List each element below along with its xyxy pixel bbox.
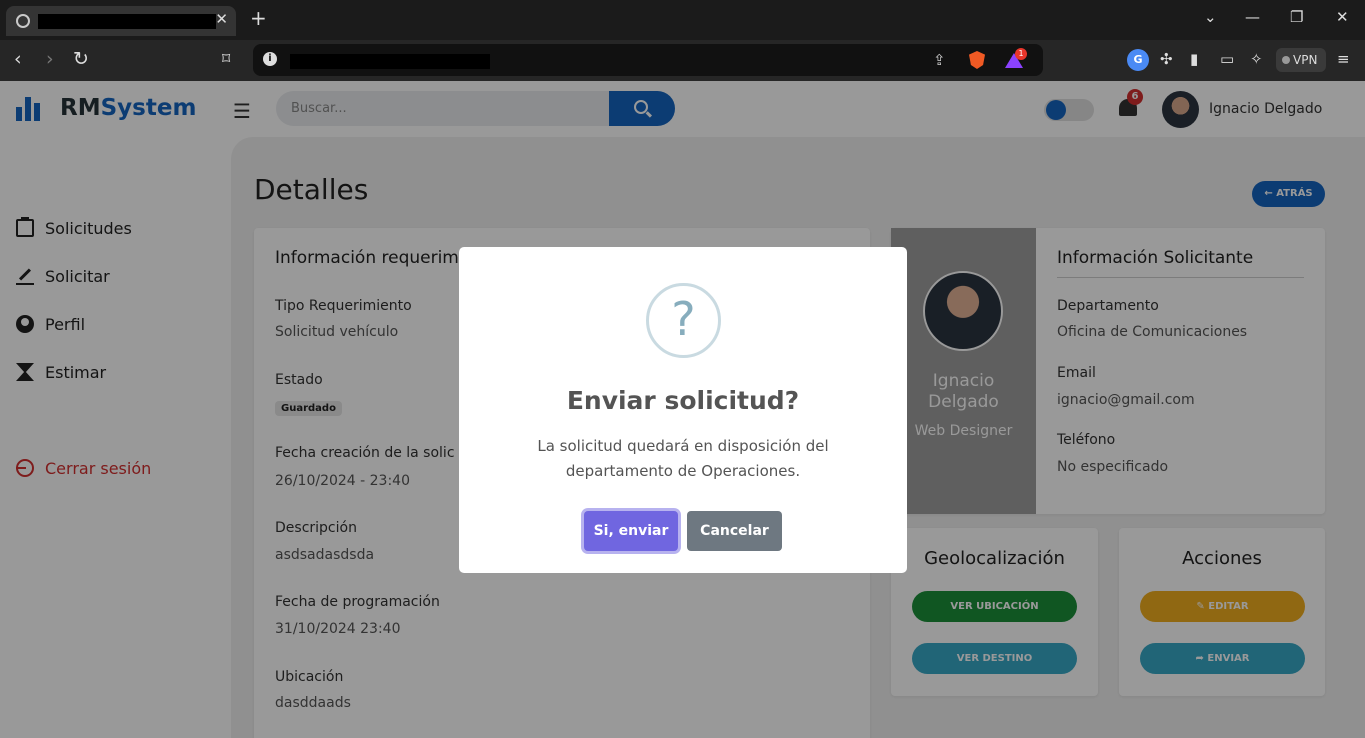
back-nav-icon[interactable]: ‹ <box>14 48 22 70</box>
app-root: RMSystem ☰ Buscar... 6 Ignacio Delgado S… <box>0 81 1365 738</box>
question-icon: ? <box>646 283 721 358</box>
brave-shield-icon[interactable] <box>969 51 985 69</box>
confirm-button[interactable]: Si, enviar <box>584 511 678 551</box>
dialog-title: Enviar solicitud? <box>566 386 800 415</box>
dialog-message: La solicitud quedará en disposición del … <box>537 437 829 480</box>
tab-title-redacted <box>38 14 216 29</box>
new-tab-button[interactable]: + <box>250 6 267 30</box>
browser-toolbar: ‹ › ↻ ⌑ i ⇪ 1 G ✣ ▮ ▭ ✧ VPN ≡ <box>0 40 1365 81</box>
translate-extension-icon[interactable]: G <box>1127 49 1149 71</box>
forward-nav-icon: › <box>46 48 54 70</box>
vpn-button[interactable]: VPN <box>1276 48 1326 72</box>
vpn-status-dot <box>1282 56 1290 64</box>
share-icon[interactable]: ⇪ <box>933 51 946 69</box>
confirm-dialog: ? Enviar solicitud? La solicitud quedará… <box>459 247 907 573</box>
tab-search-chevron-icon[interactable]: ⌄ <box>1204 8 1217 26</box>
address-bar[interactable]: i ⇪ 1 <box>253 44 1043 76</box>
bookmark-icon[interactable]: ⌑ <box>222 48 230 70</box>
extensions-puzzle-icon[interactable]: ✣ <box>1160 50 1173 68</box>
rewards-badge: 1 <box>1015 48 1027 60</box>
minimize-button[interactable]: — <box>1245 8 1260 26</box>
sidebar-toggle-icon[interactable]: ▮ <box>1190 50 1198 68</box>
leo-ai-icon[interactable]: ✧ <box>1250 50 1263 68</box>
site-info-icon[interactable]: i <box>263 52 277 66</box>
vpn-label: VPN <box>1293 53 1318 67</box>
menu-icon[interactable]: ≡ <box>1337 50 1350 68</box>
cancel-button[interactable]: Cancelar <box>687 511 782 551</box>
browser-tab[interactable]: ✕ <box>6 6 236 36</box>
globe-icon <box>16 14 30 28</box>
restore-button[interactable]: ❐ <box>1290 8 1303 26</box>
reload-icon[interactable]: ↻ <box>73 48 89 70</box>
close-window-button[interactable]: ✕ <box>1336 8 1349 26</box>
browser-tab-bar: ✕ + ⌄ — ❐ ✕ <box>0 0 1365 40</box>
url-redacted <box>290 54 490 69</box>
close-tab-icon[interactable]: ✕ <box>215 10 228 28</box>
wallet-icon[interactable]: ▭ <box>1220 50 1234 68</box>
